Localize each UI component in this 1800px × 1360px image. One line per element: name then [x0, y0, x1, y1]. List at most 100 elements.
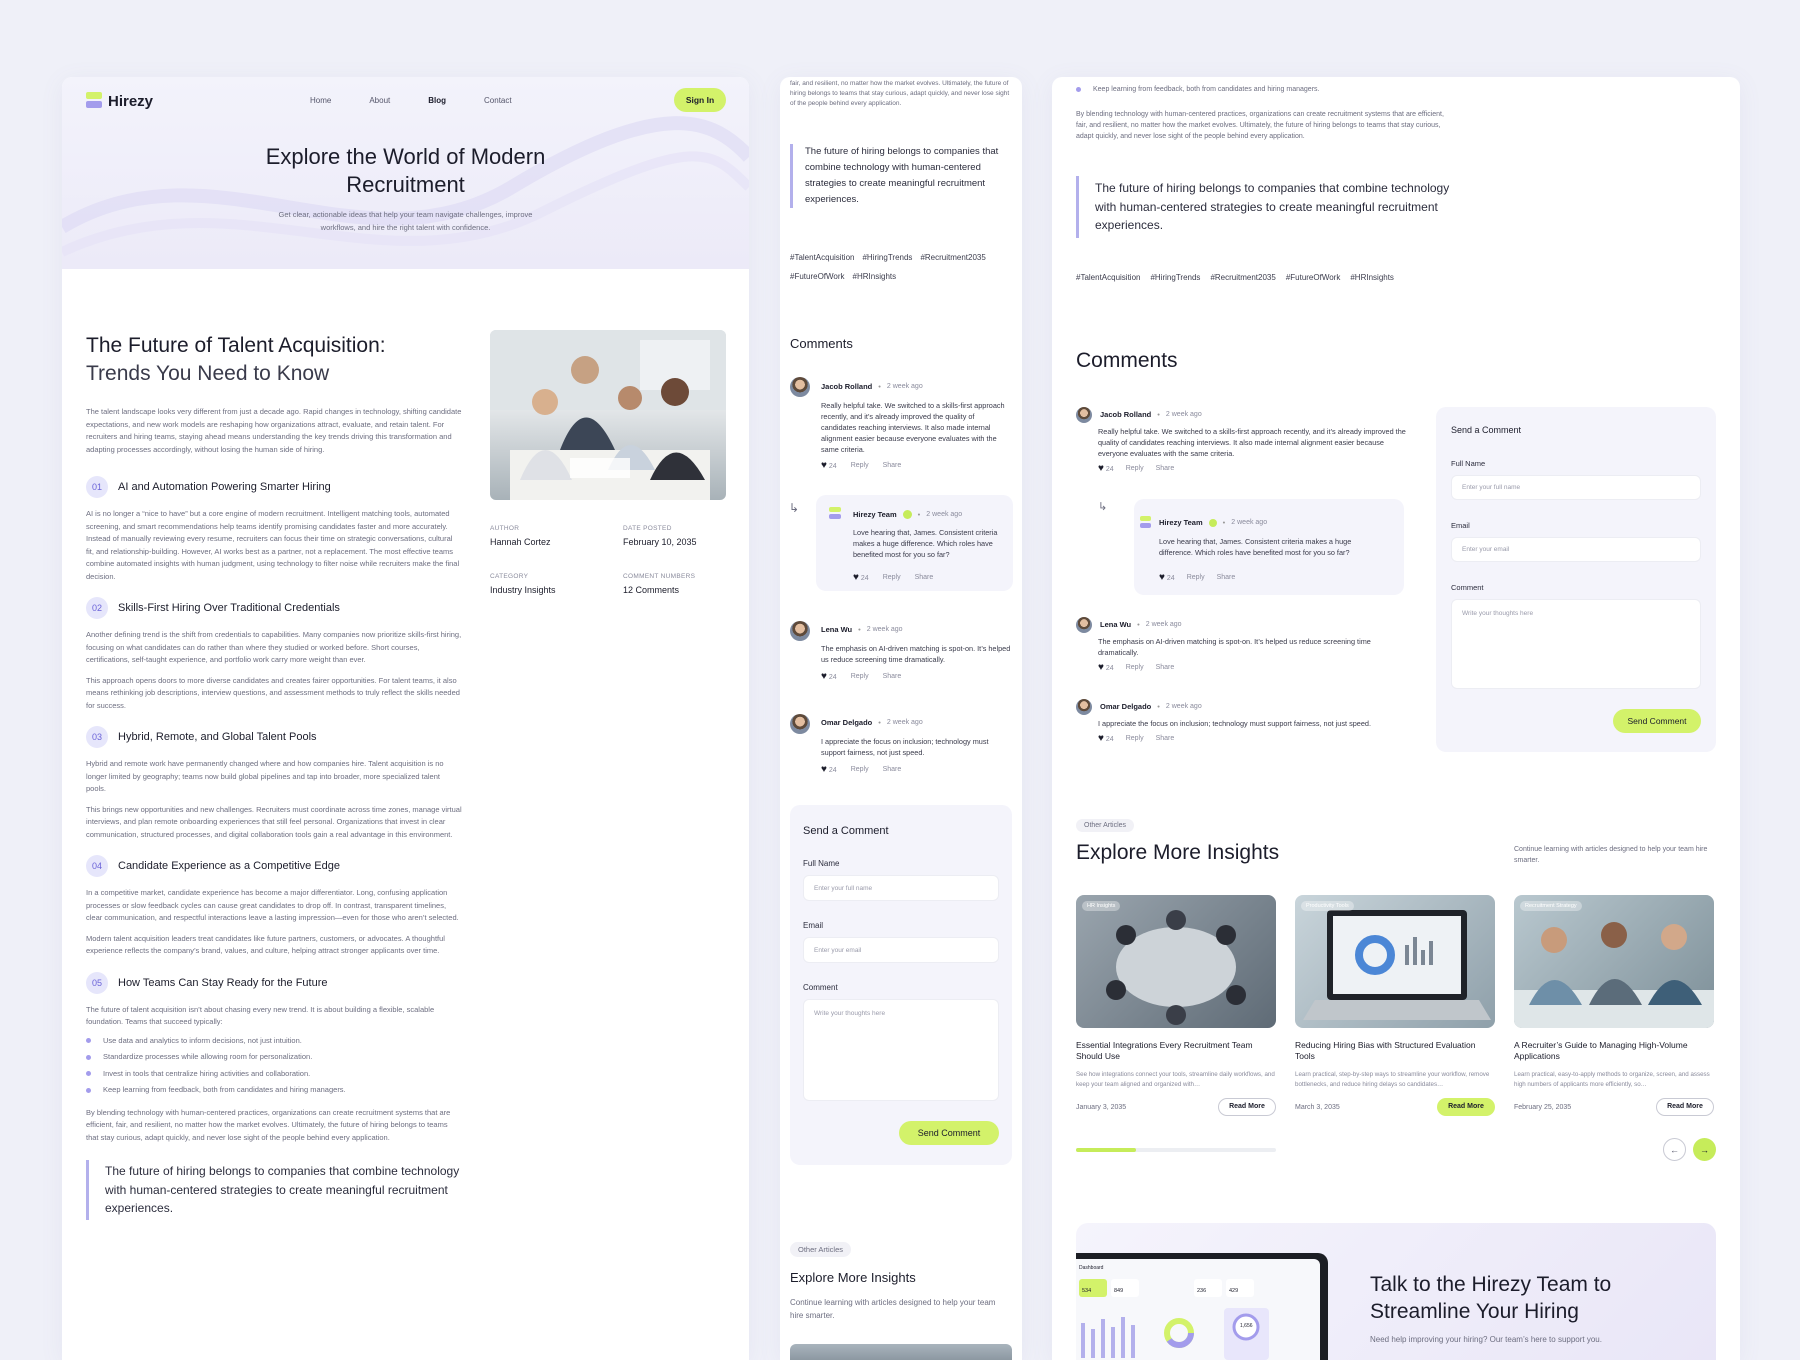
like-button[interactable]: ♥ 24 [1098, 662, 1114, 673]
bullet-list: Use data and analytics to inform decisio… [86, 1035, 462, 1097]
email-input[interactable]: Enter your email [803, 937, 999, 963]
like-button[interactable]: ♥ 24 [821, 764, 837, 775]
heart-icon: ♥ [821, 671, 827, 682]
comment-textarea[interactable]: Write your thoughts here [1451, 599, 1701, 689]
article-quote: The future of hiring belongs to companie… [1076, 176, 1456, 238]
section-paragraph: In a competitive market, candidate exper… [86, 888, 459, 922]
comment-text: Love hearing that, James. Consistent cri… [853, 528, 998, 559]
brand-logo[interactable]: Hirezy [86, 92, 153, 110]
full-name-input[interactable]: Enter your full name [803, 875, 999, 901]
reply-comment: Hirezy Team • 2 week ago Love hearing that… [1134, 499, 1404, 595]
like-button[interactable]: ♥ 24 [821, 460, 837, 471]
tag[interactable]: #FutureOfWork [1286, 273, 1341, 282]
like-button[interactable]: ♥ 24 [1098, 733, 1114, 744]
comment-meta: Jacob Rolland • 2 week ago [1100, 410, 1202, 419]
read-more-button[interactable]: Read More [1218, 1098, 1276, 1116]
comment-label: Comment [1451, 583, 1484, 592]
share-button[interactable]: Share [915, 574, 934, 581]
tag[interactable]: #Recruitment2035 [1210, 273, 1275, 282]
reply-button[interactable]: Reply [851, 766, 869, 773]
share-button[interactable]: Share [883, 462, 902, 469]
bullet-dot-icon [86, 1071, 91, 1077]
article-card[interactable]: Productivity Tools Reducing Hiring Bias … [1295, 895, 1495, 1116]
section-title: Skills-First Hiring Over Traditional Cre… [118, 602, 340, 614]
comment-actions: ♥ 24 Reply Share [1098, 662, 1174, 673]
list-item: Use data and analytics to inform decisio… [86, 1035, 462, 1048]
nav-blog[interactable]: Blog [428, 96, 446, 105]
tag[interactable]: #HRInsights [853, 272, 897, 281]
other-articles-pill: Other Articles [790, 1242, 852, 1257]
heart-icon: ♥ [821, 460, 827, 471]
avatar [1076, 699, 1092, 715]
avatar [1076, 407, 1092, 423]
date-label: DATE POSTED [623, 525, 672, 532]
tag[interactable]: #FutureOfWork [790, 272, 845, 281]
comment-text: Love hearing that, James. Consistent cri… [1159, 537, 1352, 557]
tag[interactable]: #TalentAcquisition [790, 253, 854, 262]
list-item: Standardize processes while allowing roo… [86, 1051, 462, 1064]
tag[interactable]: #Recruitment2035 [920, 253, 985, 262]
send-comment-button[interactable]: Send Comment [1613, 709, 1701, 733]
dashboard-stat: 849 [1111, 1279, 1139, 1297]
full-name-label: Full Name [803, 859, 840, 868]
section-paragraph: Modern talent acquisition leaders treat … [86, 933, 445, 956]
section-paragraph: This approach opens doors to more divers… [86, 675, 460, 710]
send-comment-button[interactable]: Send Comment [899, 1121, 999, 1145]
reply-comment: Hirezy Team • 2 week ago Love hearing that… [816, 495, 1013, 591]
share-button[interactable]: Share [883, 673, 902, 680]
share-button[interactable]: Share [1156, 735, 1175, 742]
reply-button[interactable]: Reply [1126, 735, 1144, 742]
share-button[interactable]: Share [1156, 465, 1175, 472]
hirezy-logo-icon [829, 507, 841, 520]
office-meeting-illustration-icon [1106, 910, 1246, 1025]
like-button[interactable]: ♥ 24 [1159, 572, 1175, 583]
share-button[interactable]: Share [1217, 574, 1236, 581]
reply-button[interactable]: Reply [1126, 664, 1144, 671]
comment-textarea[interactable]: Write your thoughts here [803, 999, 999, 1101]
read-more-button[interactable]: Read More [1437, 1098, 1495, 1116]
heart-icon: ♥ [1098, 463, 1104, 474]
tag[interactable]: #HiringTrends [1150, 273, 1200, 282]
next-arrow-button[interactable]: → [1693, 1138, 1716, 1161]
reply-button[interactable]: Reply [883, 574, 901, 581]
dashboard-stat: 236 [1194, 1279, 1222, 1297]
category-chip: Recruitment Strategy [1520, 901, 1582, 911]
nav-home[interactable]: Home [310, 96, 331, 105]
reply-button[interactable]: Reply [851, 462, 869, 469]
nav-about[interactable]: About [369, 96, 390, 105]
sign-in-button[interactable]: Sign In [674, 88, 726, 112]
avatar [790, 621, 810, 641]
share-button[interactable]: Share [883, 766, 902, 773]
comment-text: I appreciate the focus on inclusion; tec… [1098, 719, 1371, 728]
article-title-line2: Trends You Need to Know [86, 362, 330, 385]
tag[interactable]: #HRInsights [1350, 273, 1394, 282]
comments-heading: Comments [790, 336, 853, 351]
dashboard-donut-value: 1,656 [1240, 1323, 1253, 1329]
reply-button[interactable]: Reply [851, 673, 869, 680]
like-button[interactable]: ♥ 24 [821, 671, 837, 682]
tag[interactable]: #TalentAcquisition [1076, 273, 1140, 282]
nav-contact[interactable]: Contact [484, 96, 512, 105]
read-more-button[interactable]: Read More [1656, 1098, 1714, 1116]
comments-heading: Comments [1076, 349, 1178, 372]
article-card[interactable]: HR Insights Essential Integrations Every… [1076, 895, 1276, 1116]
email-label: Email [1451, 521, 1470, 530]
reply-button[interactable]: Reply [1187, 574, 1205, 581]
date-value: February 10, 2035 [623, 537, 697, 547]
comment-meta: Lena Wu • 2 week ago [821, 625, 903, 634]
share-button[interactable]: Share [1156, 664, 1175, 671]
like-button[interactable]: ♥ 24 [853, 572, 869, 583]
category-value: Industry Insights [490, 585, 556, 595]
tag[interactable]: #HiringTrends [862, 253, 912, 262]
full-name-input[interactable]: Enter your full name [1451, 475, 1701, 500]
article-card[interactable]: Recruitment Strategy A Recruiter’s Guide… [1514, 895, 1714, 1116]
list-item: Keep learning from feedback, both from c… [1076, 84, 1319, 95]
section-paragraph: This brings new opportunities and new ch… [86, 804, 462, 839]
card-date: March 3, 2035 [1295, 1103, 1340, 1111]
reply-button[interactable]: Reply [1126, 465, 1144, 472]
team-discussion-illustration-icon [1514, 922, 1714, 1028]
like-button[interactable]: ♥ 24 [1098, 463, 1114, 474]
email-input[interactable]: Enter your email [1451, 537, 1701, 562]
prev-arrow-button[interactable]: ← [1663, 1138, 1686, 1161]
heart-icon: ♥ [1098, 733, 1104, 744]
